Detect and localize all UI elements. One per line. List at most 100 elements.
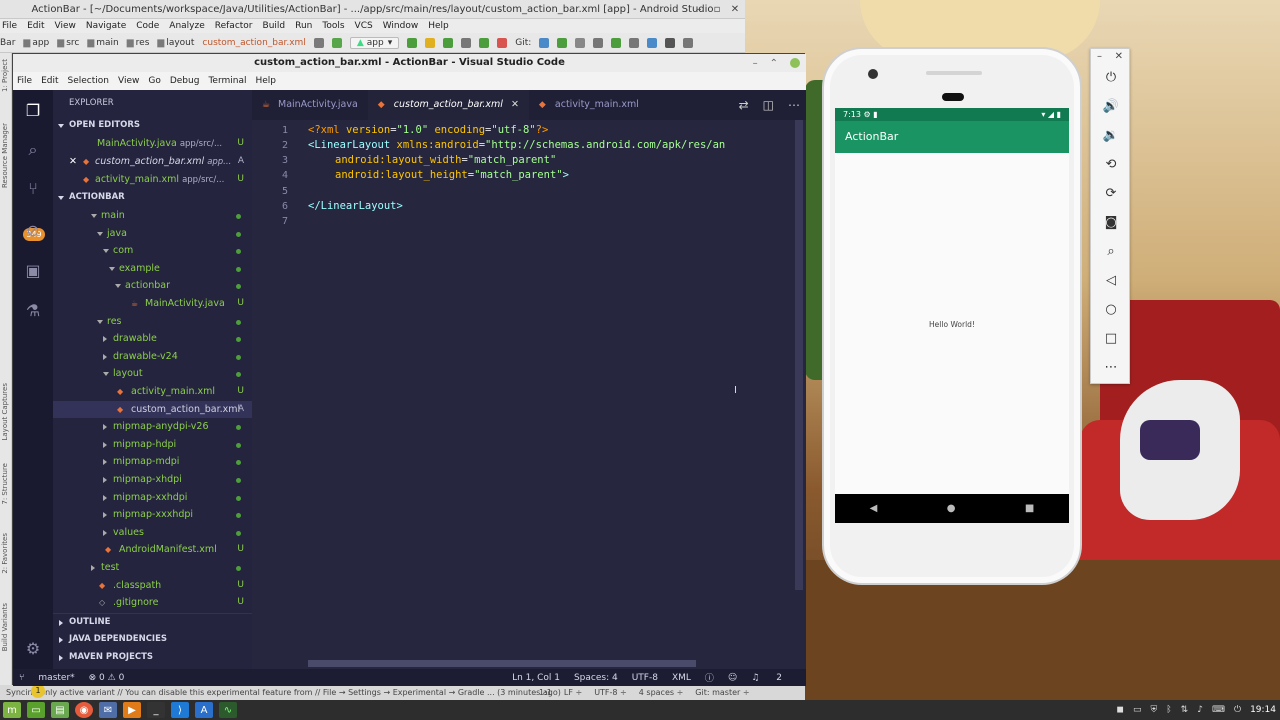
- as-menu-code[interactable]: Code: [136, 21, 159, 31]
- status-caret[interactable]: 1:1: [539, 685, 552, 700]
- overview-icon[interactable]: □: [1101, 330, 1121, 348]
- hammer-icon[interactable]: [331, 37, 342, 48]
- tree-item[interactable]: ☕ MainActivity.java U: [53, 295, 252, 313]
- as-menu-run[interactable]: Run: [295, 21, 312, 31]
- back-icon[interactable]: ◁: [1101, 272, 1121, 290]
- tree-item[interactable]: ◇ .gitignore U: [53, 594, 252, 612]
- maximize-icon[interactable]: ▫: [708, 0, 726, 19]
- as-menu-file[interactable]: File: [2, 21, 17, 31]
- tree-item[interactable]: drawable: [53, 330, 252, 348]
- chevron-down-icon[interactable]: [103, 249, 109, 254]
- tree-item[interactable]: layout: [53, 365, 252, 383]
- attach-debugger-icon[interactable]: [479, 37, 490, 48]
- vs-menu-selection[interactable]: Selection: [68, 76, 109, 86]
- open-changes-icon[interactable]: ⇄: [739, 98, 749, 112]
- breadcrumb-layout[interactable]: ▆ layout: [157, 38, 194, 48]
- actionbar-section[interactable]: ACTIONBAR: [53, 189, 252, 206]
- debug-icon[interactable]: [443, 37, 454, 48]
- tree-item[interactable]: mipmap-hdpi: [53, 436, 252, 454]
- feedback-icon[interactable]: ☺: [728, 673, 737, 683]
- run-icon[interactable]: [407, 37, 418, 48]
- problems-indicator[interactable]: ⊗ 0 ⚠ 0: [89, 673, 125, 683]
- tab-custom-action-bar[interactable]: ◆ custom_action_bar.xml ✕: [367, 90, 529, 120]
- chevron-right-icon[interactable]: [103, 353, 107, 360]
- minimize-icon[interactable]: –: [690, 0, 708, 19]
- tree-item[interactable]: ◆ activity_main.xml U: [53, 383, 252, 401]
- tree-item[interactable]: main: [53, 207, 252, 225]
- chevron-down-icon[interactable]: [115, 284, 121, 289]
- as-menu-navigate[interactable]: Navigate: [86, 21, 126, 31]
- tree-item[interactable]: ◆ .classpath U: [53, 577, 252, 595]
- tree-item[interactable]: mipmap-xxxhdpi: [53, 506, 252, 524]
- extensions-icon[interactable]: ▣: [21, 258, 45, 282]
- java-dependencies-section[interactable]: JAVA DEPENDENCIES: [53, 631, 252, 648]
- chevron-right-icon[interactable]: [103, 529, 107, 536]
- files-icon[interactable]: ▤: [51, 702, 69, 718]
- encoding[interactable]: UTF-8: [632, 673, 658, 683]
- terminal-icon[interactable]: _: [147, 702, 165, 718]
- tree-item[interactable]: java: [53, 225, 252, 243]
- breadcrumb-main[interactable]: ▆ main: [87, 38, 118, 48]
- chevron-right-icon[interactable]: [103, 494, 107, 501]
- outline-section[interactable]: OUTLINE: [53, 613, 252, 630]
- recorder-icon[interactable]: ◼: [1116, 705, 1123, 715]
- keyboard-icon[interactable]: ⌨: [1212, 705, 1225, 715]
- close-icon[interactable]: ✕: [1115, 51, 1123, 62]
- tree-item[interactable]: ◆ custom_action_bar.xml A: [53, 400, 252, 419]
- player-icon[interactable]: ▶: [123, 702, 141, 718]
- as-menu-build[interactable]: Build: [263, 21, 286, 31]
- menu-icon[interactable]: m: [3, 702, 21, 718]
- back-icon[interactable]: ◀: [870, 503, 878, 514]
- power-icon[interactable]: ⏻: [1234, 705, 1241, 715]
- emulator-screen[interactable]: 7:13 ⚙ ▮ ▾ ◢ ▮ ActionBar Hello World! ◀ …: [835, 108, 1069, 523]
- tree-item[interactable]: mipmap-anydpi-v26: [53, 418, 252, 436]
- tree-item[interactable]: mipmap-xxhdpi: [53, 489, 252, 507]
- chevron-down-icon[interactable]: [109, 266, 115, 271]
- stop-icon[interactable]: [497, 37, 508, 48]
- breadcrumb-res[interactable]: ▆ res: [127, 38, 150, 48]
- vs-menu-go[interactable]: Go: [148, 76, 160, 86]
- search-icon[interactable]: ⌕: [21, 138, 45, 162]
- vscode-icon[interactable]: ⟩: [171, 702, 189, 718]
- status-line-sep[interactable]: LF ÷: [564, 685, 582, 700]
- vs-menu-terminal[interactable]: Terminal: [208, 76, 246, 86]
- tree-item[interactable]: values: [53, 524, 252, 542]
- home-icon[interactable]: ●: [947, 503, 956, 514]
- breadcrumb-file[interactable]: custom_action_bar.xml: [202, 38, 305, 48]
- close-icon[interactable]: ✕: [726, 0, 744, 19]
- status-git[interactable]: Git: master ÷: [695, 685, 749, 700]
- show-desktop-icon[interactable]: ▭: [27, 702, 45, 718]
- make-project-icon[interactable]: [313, 37, 324, 48]
- system-monitor-icon[interactable]: ∿: [219, 702, 237, 718]
- breadcrumb-src[interactable]: ▆ src: [57, 38, 79, 48]
- restore-icon[interactable]: ⌃: [770, 58, 778, 69]
- chevron-right-icon[interactable]: [103, 424, 107, 431]
- tree-item[interactable]: mipmap-xhdpi: [53, 471, 252, 489]
- sdk-manager-icon[interactable]: [647, 37, 658, 48]
- rotate-left-icon[interactable]: ⟲: [1101, 156, 1121, 174]
- as-menu-tools[interactable]: Tools: [322, 21, 344, 31]
- breadcrumb-app[interactable]: ▆ app: [23, 38, 49, 48]
- chevron-down-icon[interactable]: [97, 319, 103, 324]
- recents-icon[interactable]: ■: [1025, 503, 1034, 514]
- explorer-icon[interactable]: ❐: [21, 98, 45, 122]
- tool-tab-favorites[interactable]: 2: Favorites: [1, 533, 9, 574]
- as-menu-help[interactable]: Help: [428, 21, 449, 31]
- tree-item[interactable]: com: [53, 242, 252, 260]
- tool-tab-structure[interactable]: 7: Structure: [1, 463, 9, 505]
- power-icon[interactable]: ⏻: [1101, 69, 1121, 87]
- close-editor-icon[interactable]: ✕: [69, 153, 77, 171]
- test-flask-icon[interactable]: ⚗: [21, 298, 45, 322]
- chevron-down-icon[interactable]: [91, 214, 97, 218]
- source-control-icon[interactable]: ⑂: [21, 176, 45, 200]
- cursor-position[interactable]: Ln 1, Col 1: [512, 673, 560, 683]
- breadcrumb-bar[interactable]: Bar: [0, 38, 15, 48]
- notifications-indicator[interactable]: ♫ 2: [751, 673, 796, 683]
- taskbar-clock[interactable]: 19:14: [1250, 705, 1276, 715]
- tree-item[interactable]: test: [53, 559, 252, 577]
- vertical-scrollbar[interactable]: [795, 120, 803, 590]
- sync-gradle-icon[interactable]: [611, 37, 622, 48]
- split-editor-icon[interactable]: ◫: [763, 98, 774, 112]
- info-icon[interactable]: ⓘ: [705, 671, 714, 684]
- vs-menu-view[interactable]: View: [118, 76, 139, 86]
